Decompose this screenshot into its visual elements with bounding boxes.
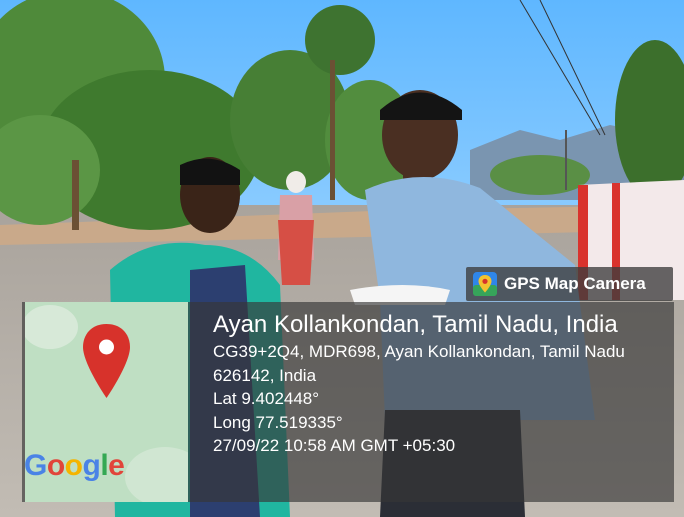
location-title: Ayan Kollankondan, Tamil Nadu, India <box>213 311 618 338</box>
latitude: Lat 9.402448° <box>213 389 320 408</box>
google-logo: Google <box>24 449 125 482</box>
badge-label: GPS Map Camera <box>504 274 646 293</box>
location-info: Ayan Kollankondan, Tamil Nadu, India CG3… <box>213 310 666 458</box>
timestamp: 27/09/22 10:58 AM GMT +05:30 <box>213 436 456 455</box>
longitude: Long 77.519335° <box>213 412 343 432</box>
map-pin-app-icon <box>473 272 497 296</box>
photo-frame: GPS Map Camera Google Ayan Kollankondan,… <box>0 0 684 517</box>
gps-map-camera-badge: GPS Map Camera <box>466 267 673 301</box>
location-address: CG39+2Q4, MDR698, Ayan Kollankondan, Tam… <box>213 342 625 385</box>
location-overlay: Google Ayan Kollankondan, Tamil Nadu, In… <box>22 302 674 502</box>
